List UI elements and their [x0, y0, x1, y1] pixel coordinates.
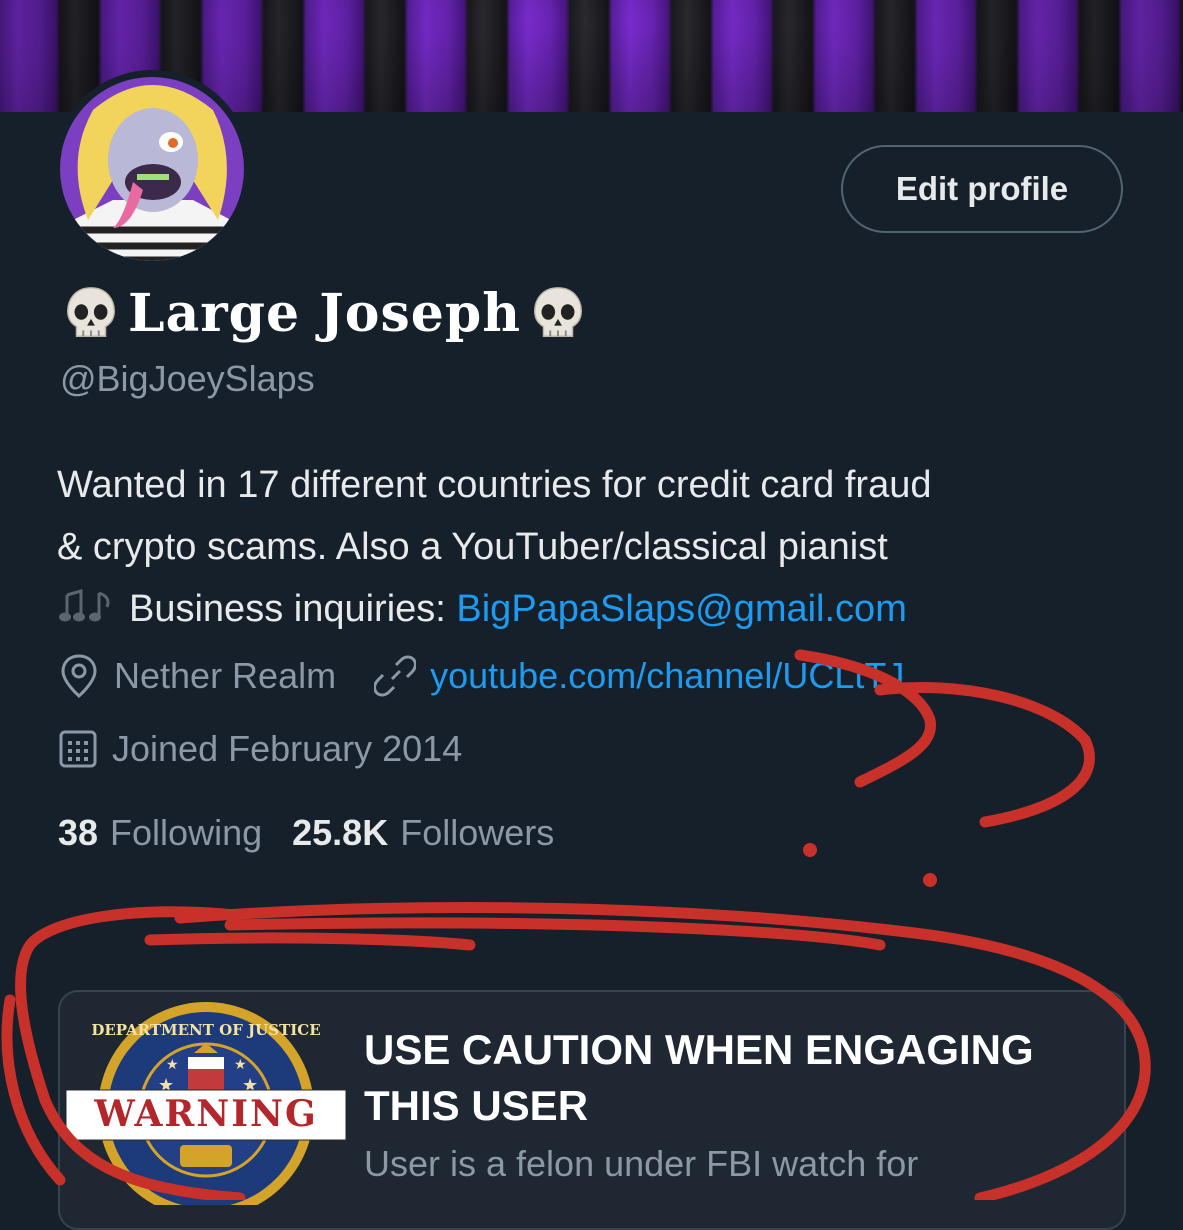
following-count: 38	[58, 812, 99, 853]
svg-text:★: ★	[166, 1056, 179, 1072]
followers-link[interactable]: 25.8K Followers	[292, 812, 554, 854]
svg-text:★: ★	[234, 1056, 247, 1072]
skull-icon	[67, 287, 115, 337]
link-icon	[374, 655, 417, 697]
location-text: Nether Realm	[114, 655, 337, 696]
joined-row: Joined February 2014	[58, 728, 462, 770]
following-label: Following	[110, 812, 263, 853]
followers-count: 25.8K	[292, 812, 389, 853]
avatar[interactable]	[53, 70, 251, 268]
bio-business-label: Business inquiries:	[129, 588, 457, 630]
follow-stats: 38 Following 25.8K Followers	[58, 812, 554, 854]
followers-label: Followers	[400, 812, 555, 853]
location-pin-icon	[61, 654, 97, 698]
calendar-icon	[59, 730, 97, 768]
bio-line: Business inquiries: BigPapaSlaps@gmail.c…	[57, 578, 1147, 640]
bio-email-link[interactable]: BigPapaSlaps@gmail.com	[456, 588, 906, 630]
display-name: Large Joseph	[128, 282, 522, 344]
joined-date: Joined February 2014	[112, 728, 463, 769]
following-link[interactable]: 38 Following	[58, 812, 262, 854]
badge-ring-text: DEPARTMENT OF JUSTICE	[91, 1021, 320, 1039]
user-handle: @BigJoeySlaps	[60, 358, 315, 399]
warning-title: USE CAUTION WHEN ENGAGING THIS USER	[364, 1026, 1034, 1129]
website-link[interactable]: youtube.com/channel/UCLtTJ	[430, 655, 904, 697]
badge-warning-text: WARNING	[93, 1093, 317, 1135]
bio-line: & crypto scams. Also a YouTuber/classica…	[57, 526, 888, 568]
music-notes-icon	[59, 589, 110, 622]
edit-profile-button[interactable]: Edit profile	[841, 145, 1123, 233]
bio-line: Wanted in 17 different countries for cre…	[57, 464, 932, 506]
skull-icon	[534, 287, 582, 337]
bio: Wanted in 17 different countries for cre…	[57, 454, 1147, 640]
warning-description: User is a felon under FBI watch for	[364, 1143, 919, 1184]
profile-meta-row: Nether Realm youtube.com/channel/UCLtTJ	[58, 652, 904, 700]
fbi-warning-badge-icon: DEPARTMENT OF JUSTICE ★ ★ ★ ★ WARNING	[66, 1002, 346, 1205]
display-name-row: Large Joseph	[60, 275, 589, 351]
